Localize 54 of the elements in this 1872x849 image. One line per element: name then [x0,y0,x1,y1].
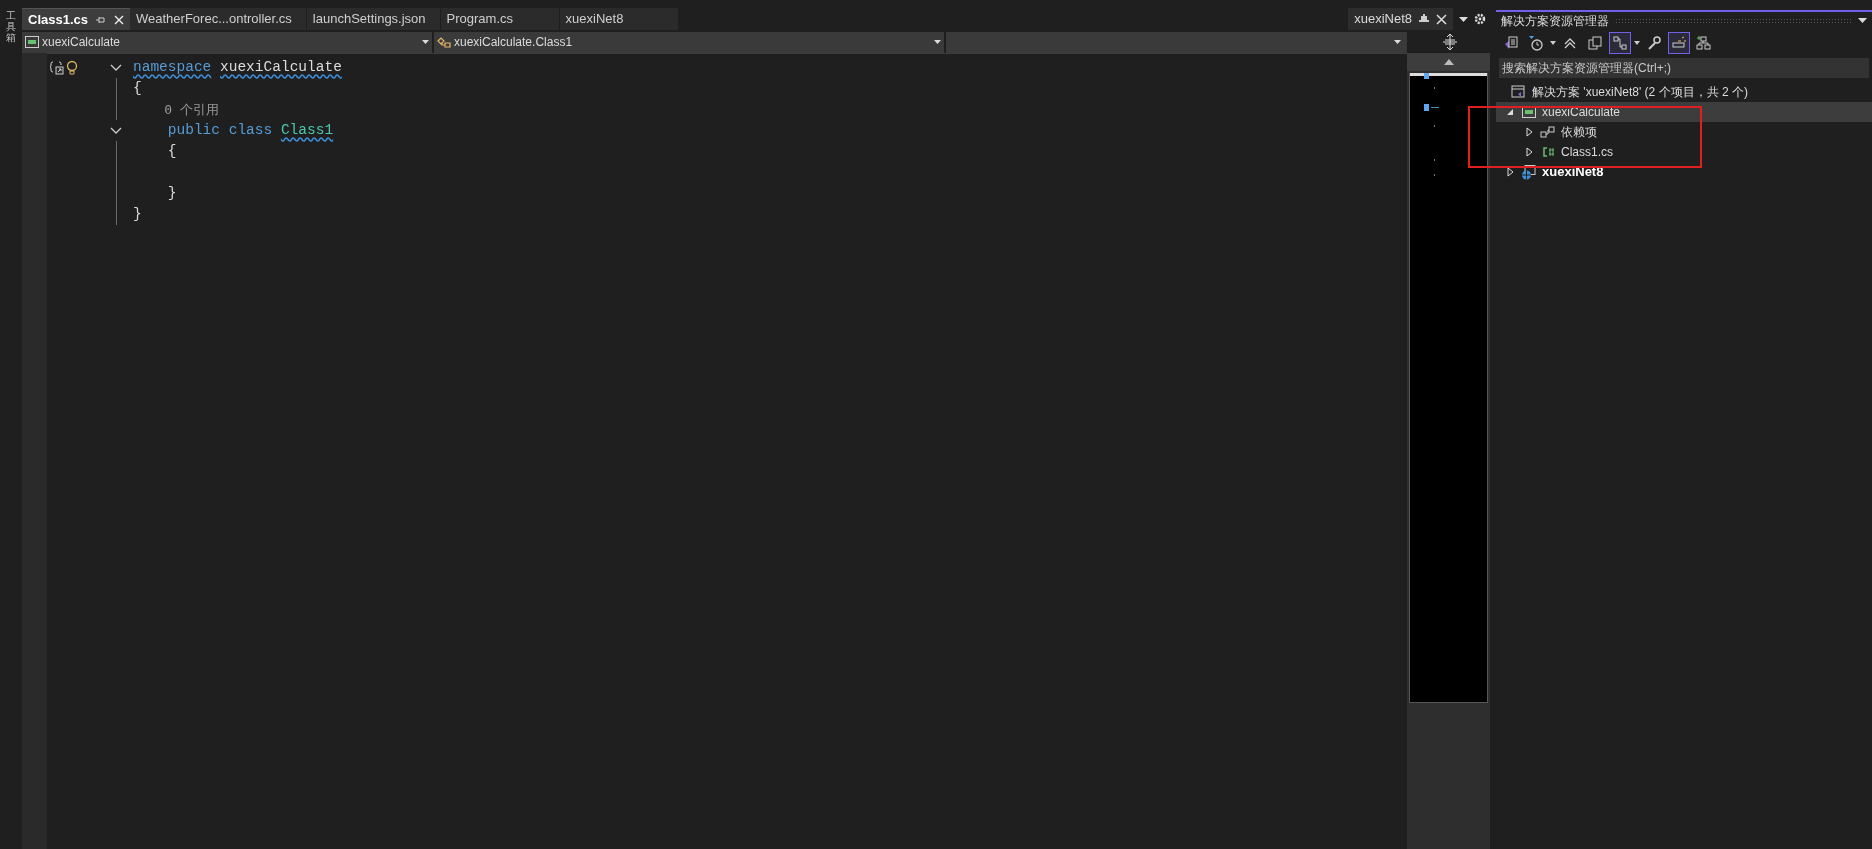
caret-icon [1394,40,1401,44]
preview-tab[interactable]: xuexiNet8 [1348,8,1453,30]
code-token: } [133,204,142,224]
collapsed-arrow-icon[interactable] [1523,146,1535,158]
collapsed-arrow-icon[interactable] [1523,126,1535,138]
csharp-project-icon [25,36,39,48]
tree-row[interactable]: xuexiCalculate [1496,102,1872,122]
document-tab[interactable]: Class1.cs [22,8,130,30]
tree-item[interactable]: 解决方案 'xuexiNet8' (2 个项目，共 2 个) [1532,83,1748,101]
caret-icon[interactable] [1634,41,1640,45]
document-tab[interactable]: Program.cs [440,8,559,30]
close-icon[interactable] [1436,13,1447,25]
solution-icon [1510,84,1526,100]
dropdown-caret-icon[interactable] [1858,18,1867,24]
project-dropdown[interactable]: xuexiCalculate [22,31,432,53]
collapsed-arrow-icon[interactable] [1504,166,1516,178]
code-token: { [133,78,142,98]
pin-icon[interactable] [1418,13,1430,25]
document-tab[interactable]: WeatherForec...ontroller.cs [130,8,306,30]
tree-row[interactable]: xuexiNet8 [1496,162,1872,182]
fold-chevron-icon[interactable] [110,126,122,135]
code-token: xuexiCalculate [220,57,342,77]
csharp-file-icon [1540,144,1556,160]
code-lens-link[interactable]: 0 个引用 [133,99,219,120]
lightbulb-icon [66,60,78,75]
tree-row[interactable]: 依赖项 [1496,122,1872,142]
tree-row[interactable]: Class1.cs [1496,142,1872,162]
caret-icon [934,40,941,44]
scroll-up-icon[interactable] [1443,59,1454,65]
code-token: { [166,141,177,161]
caret-icon [422,40,429,44]
document-tab[interactable]: xuexiNet8 [559,8,678,30]
code-token: class [228,120,273,140]
panel-title-bar: 解决方案资源管理器 [1496,10,1872,30]
close-icon[interactable] [114,14,124,25]
dependencies-icon [1540,124,1556,140]
code-token: Class1 [280,120,334,140]
settings-icon[interactable] [1474,13,1486,25]
code-minimap[interactable] [1409,73,1488,703]
class-icon [437,36,451,48]
pin-icon[interactable] [96,14,106,25]
code-token: public [166,120,220,140]
code-token: namespace [133,57,212,77]
type-dropdown[interactable]: xuexiCalculate.Class1 [434,31,944,53]
fold-chevron-icon[interactable] [110,63,122,72]
toolbox-tab[interactable]: 工具箱 [6,10,16,43]
sync-tree-icon[interactable] [1609,32,1631,54]
code-token: } [166,183,177,203]
dropdown-caret-icon[interactable] [1459,17,1468,23]
split-window-icon[interactable] [1442,34,1457,50]
search-field[interactable]: 搜索解决方案资源管理器(Ctrl+;) [1499,58,1869,78]
caret-icon[interactable] [1550,41,1556,45]
document-tab[interactable]: launchSettings.json [306,8,440,30]
web-project-icon [1521,164,1537,180]
